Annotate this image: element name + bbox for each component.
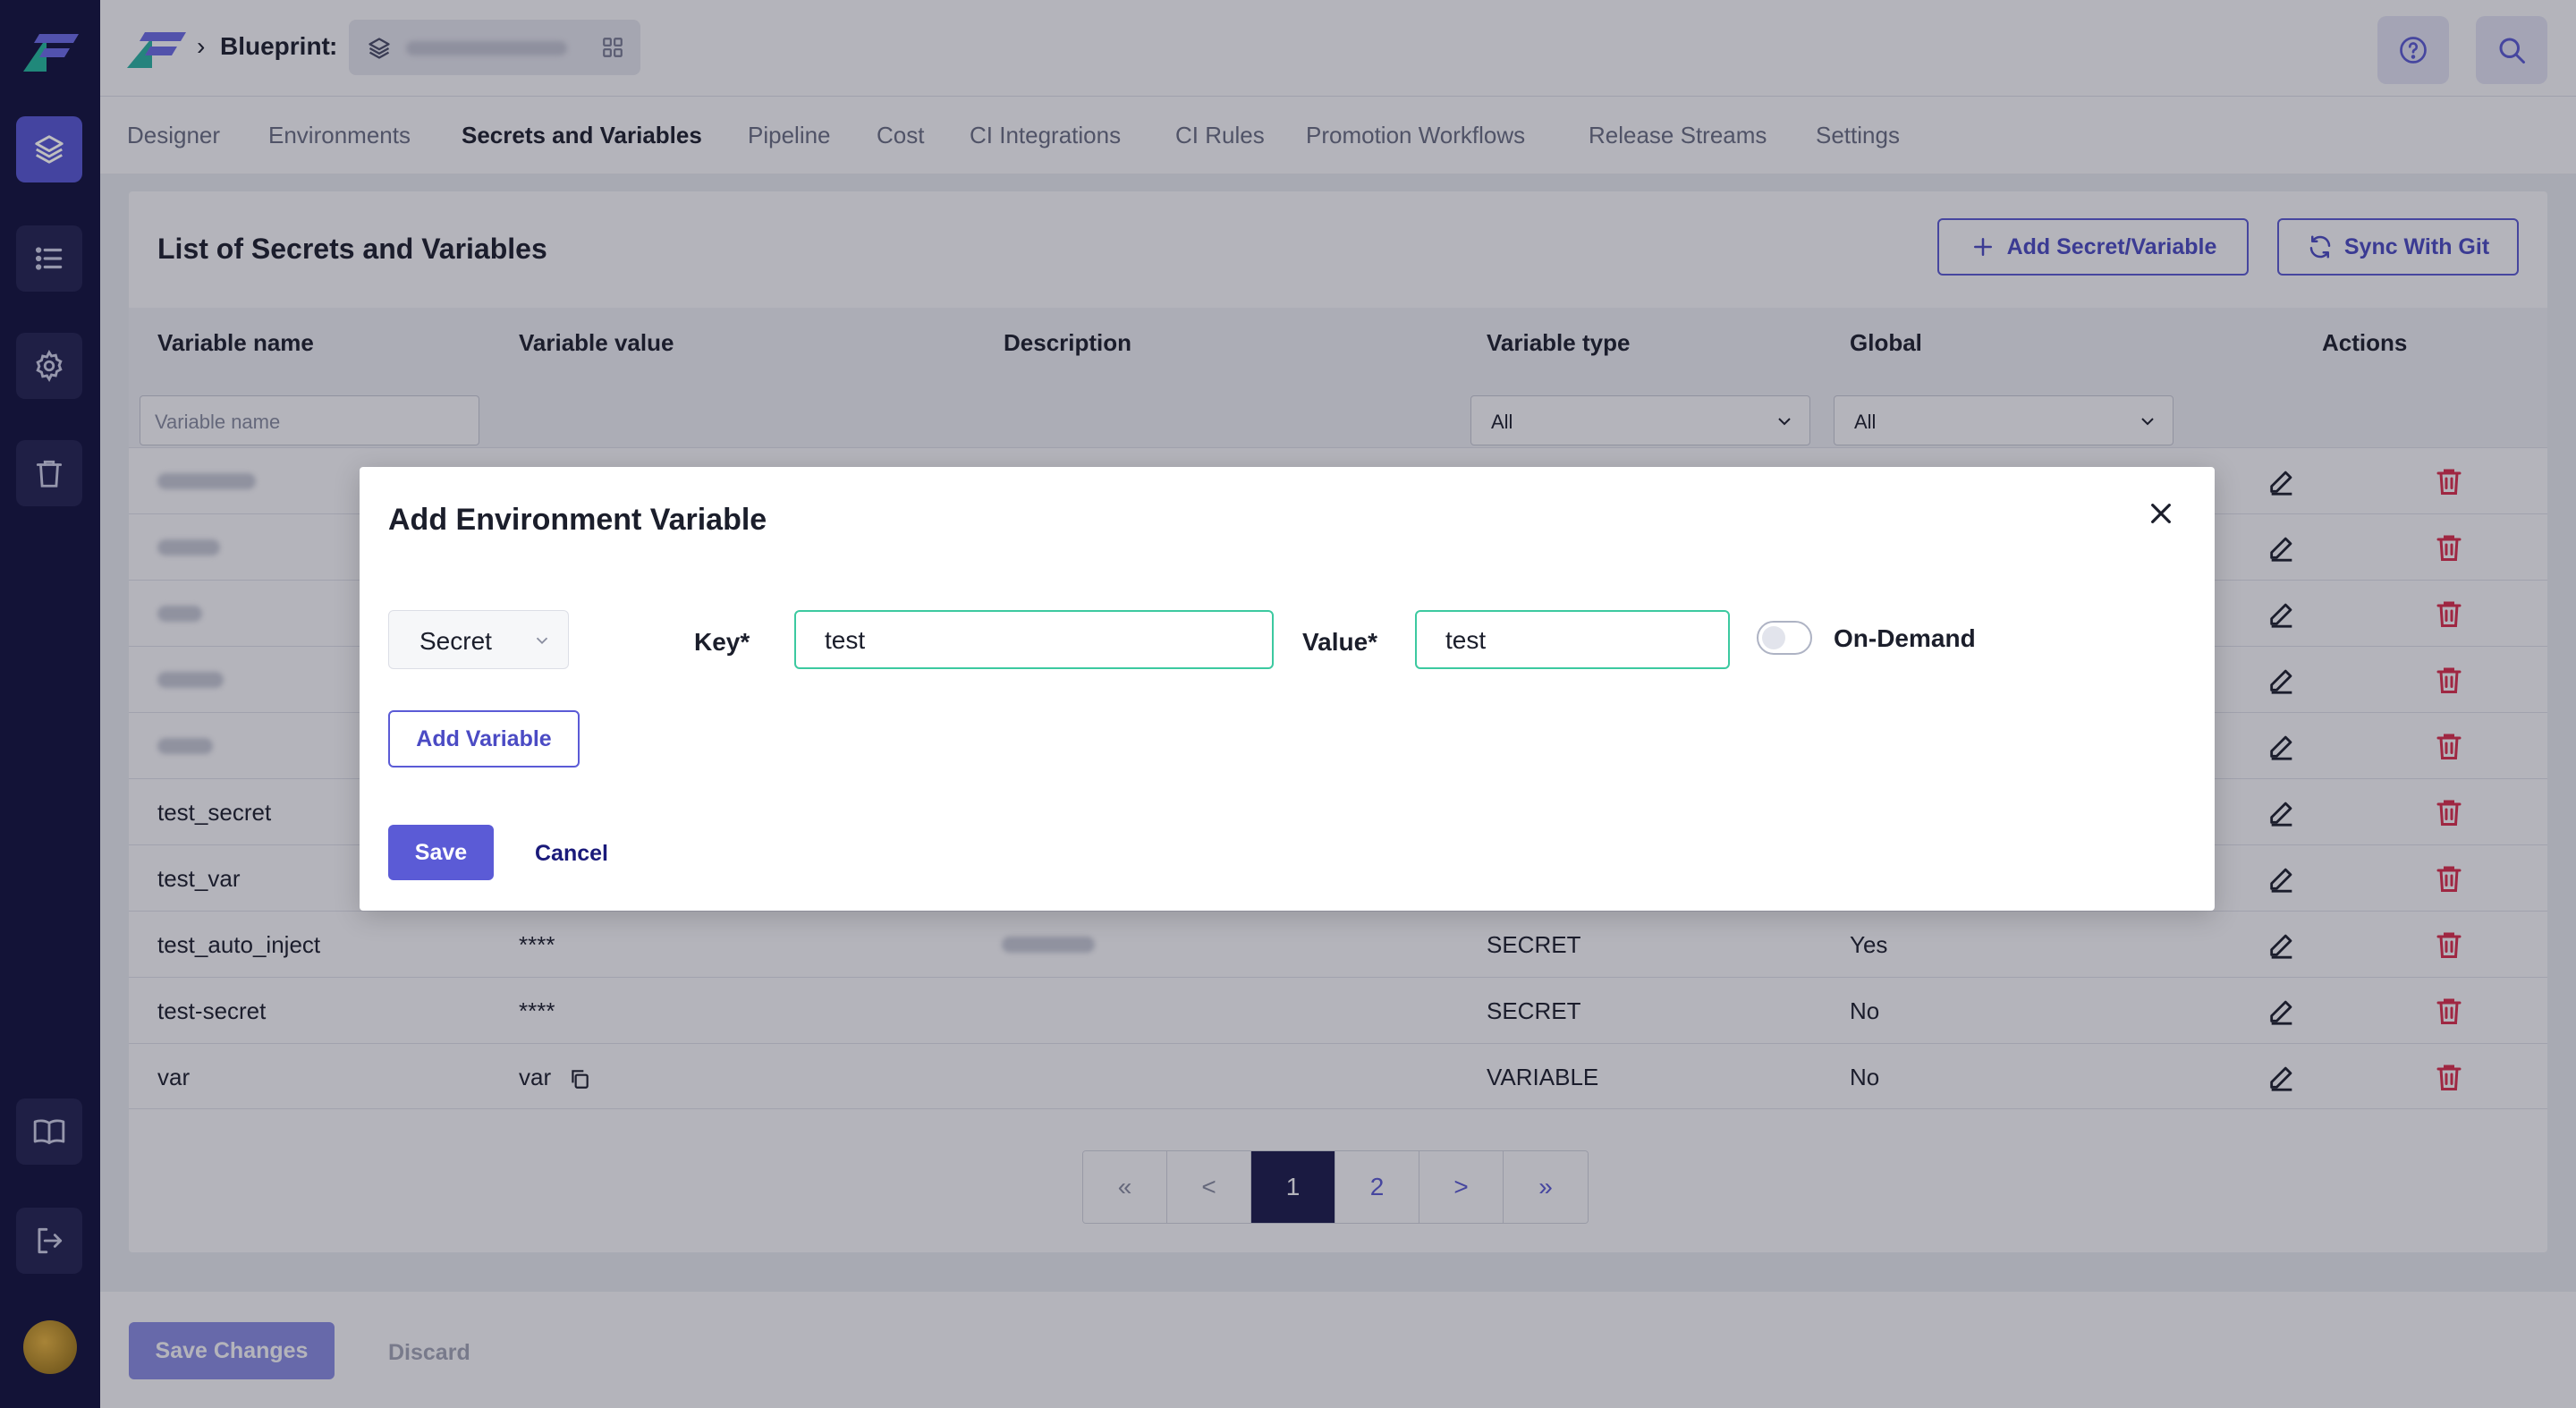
on-demand-label: On-Demand [1834,624,1976,652]
key-input[interactable]: test [794,610,1274,669]
on-demand-toggle[interactable] [1757,621,1812,655]
dialog-title: Add Environment Variable [388,503,767,537]
variable-type-select-value: Secret [419,627,492,655]
chevron-down-icon [536,637,548,645]
sidebar-overlay [0,0,100,1408]
value-label: Value* [1302,628,1378,656]
variable-type-select[interactable]: Secret [388,610,569,669]
key-label: Key* [694,628,750,656]
add-variable-button[interactable]: Add Variable [388,710,580,768]
close-icon[interactable] [2147,499,2175,528]
save-button[interactable]: Save [388,825,494,880]
value-input[interactable]: test [1415,610,1730,669]
add-environment-variable-dialog: Add Environment Variable Secret Key* tes… [360,467,2215,911]
cancel-button[interactable]: Cancel [535,841,608,867]
